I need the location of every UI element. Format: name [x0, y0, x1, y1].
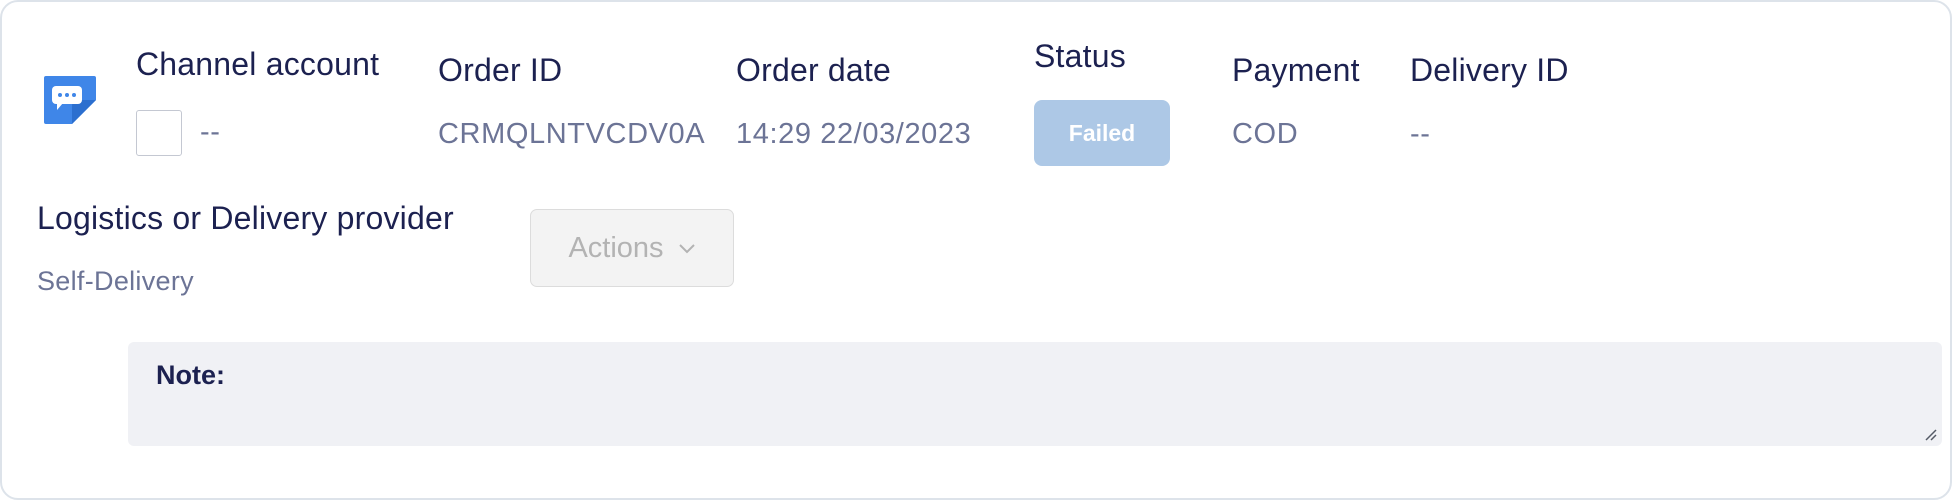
payment-heading: Payment — [1232, 52, 1360, 88]
channel-account-checkbox[interactable] — [136, 110, 182, 156]
logistics-value: Self-Delivery — [37, 266, 194, 296]
logistics-heading: Logistics or Delivery provider — [37, 200, 454, 236]
note-field[interactable]: Note: — [128, 342, 1942, 446]
channel-account-value: -- — [200, 116, 221, 148]
status-badge: Failed — [1034, 100, 1170, 166]
order-card: Channel account -- Order ID CRMQLNTVCDV0… — [0, 0, 1952, 500]
order-date-heading: Order date — [736, 52, 891, 88]
channel-account-heading: Channel account — [136, 46, 380, 82]
chevron-down-icon — [678, 244, 695, 254]
order-id-value: CRMQLNTVCDV0A — [438, 118, 706, 150]
delivery-id-value: -- — [1410, 118, 1431, 150]
actions-label: Actions — [568, 231, 664, 264]
note-label: Note: — [156, 360, 225, 390]
order-id-heading: Order ID — [438, 52, 563, 88]
status-heading: Status — [1034, 38, 1126, 74]
chat-bubble-icon — [44, 76, 96, 124]
resize-handle-icon[interactable] — [1922, 426, 1938, 442]
actions-dropdown-button[interactable]: Actions — [530, 209, 734, 287]
delivery-id-heading: Delivery ID — [1410, 52, 1569, 88]
payment-value: COD — [1232, 118, 1299, 150]
order-date-value: 14:29 22/03/2023 — [736, 118, 972, 150]
